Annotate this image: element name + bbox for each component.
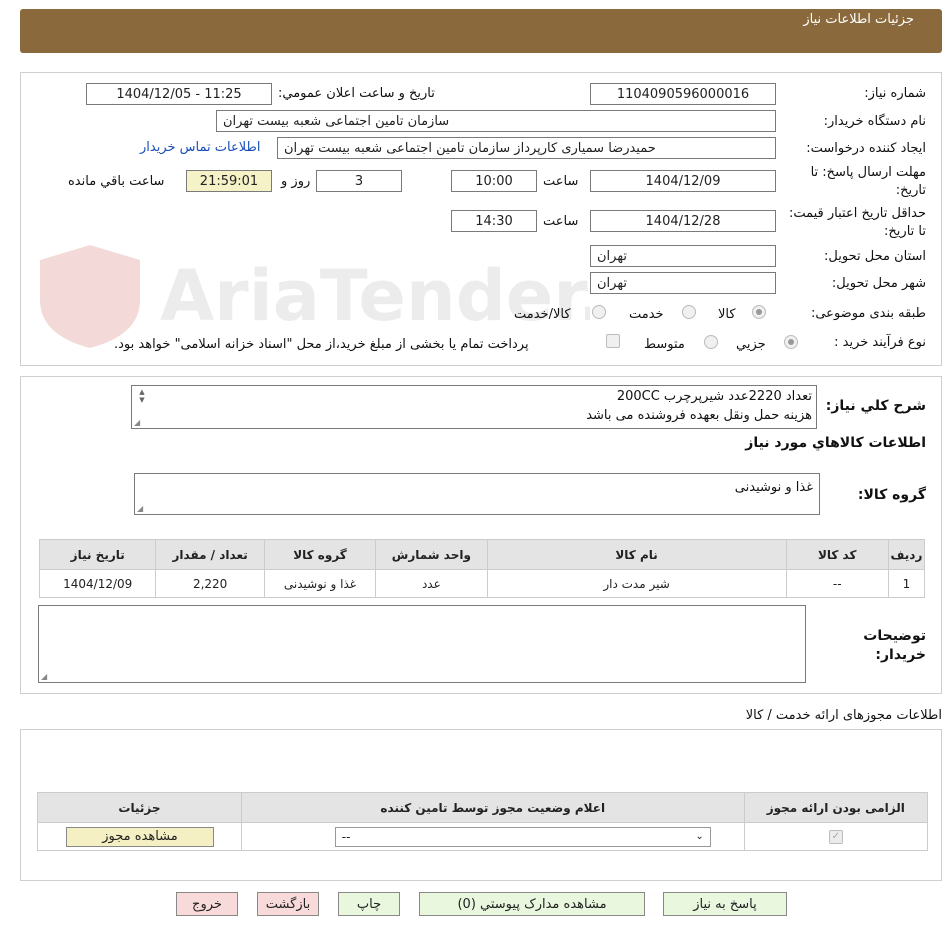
description-scrollbar[interactable]: ▲ ▼	[135, 388, 149, 404]
svg-text:AriaTender.neT: AriaTender.neT	[160, 255, 590, 337]
col-row: ردیف	[887, 539, 926, 570]
requester-label: ایجاد کننده درخواست:	[806, 141, 926, 156]
permits-table: الزامی بودن ارائه مجوز اعلام وضعیت مجوز …	[37, 792, 929, 851]
announce-field: 1404/12/05 - 11:25	[86, 83, 272, 105]
col-unit: واحد شمارش	[375, 539, 488, 570]
validity-time-field: 14:30	[451, 210, 537, 232]
col-group: گروه کالا	[263, 539, 377, 570]
process-option-medium: متوسط	[644, 337, 685, 352]
province-label: استان محل تحویل:	[824, 249, 926, 264]
days-label: روز و	[281, 174, 311, 189]
process-option-minor: جزیي	[736, 337, 766, 352]
cell-name: شیر مدت دار	[486, 569, 787, 598]
col-permit-status: اعلام وضعیت مجوز توسط تامین کننده	[240, 792, 745, 823]
process-radio-minor[interactable]	[784, 335, 798, 349]
goods-group-label: گروه کالا:	[857, 487, 926, 503]
cell-row: 1	[887, 569, 926, 598]
city-field: تهران	[590, 272, 776, 294]
process-label: نوع فرآیند خرید :	[834, 335, 926, 350]
buyer-org-field: سازمان تامین اجتماعی شعبه بیست تهران	[216, 110, 776, 132]
category-radio-goods-service[interactable]	[592, 305, 606, 319]
description-label: شرح کلي نیاز:	[825, 398, 926, 414]
province-field: تهران	[590, 245, 776, 267]
col-permit-required: الزامی بودن ارائه مجوز	[743, 792, 929, 823]
buyer-contact-link[interactable]: اطلاعات تماس خریدار	[140, 140, 260, 155]
category-option-goods: کالا	[718, 307, 736, 322]
category-radio-service[interactable]	[682, 305, 696, 319]
category-label: طبقه بندی موضوعی:	[810, 306, 926, 321]
print-button[interactable]: چاپ	[338, 892, 400, 916]
resize-grip-icon[interactable]: ◢	[137, 504, 143, 513]
back-button[interactable]: بازگشت	[257, 892, 319, 916]
buyer-notes-label: توضیحات خریدار:	[863, 628, 926, 663]
description-line-2: هزینه حمل ونقل بعهده فروشنده می باشد	[586, 408, 812, 423]
buyer-org-label: نام دستگاه خریدار:	[823, 114, 926, 129]
col-permit-details: جزئیات	[37, 792, 242, 823]
category-radio-goods[interactable]	[752, 305, 766, 319]
permit-status-select[interactable]: ⌄ --	[334, 826, 711, 847]
need-number-field: 1104090596000016	[590, 83, 776, 105]
validity-label: حداقل تاریخ اعتبار قیمت: تا تاریخ:	[788, 206, 926, 239]
description-line-1: تعداد 2220عدد شیرپرچرب 200CC	[616, 389, 812, 404]
deadline-time-label: ساعت	[543, 174, 579, 189]
goods-table: ردیف کد کالا نام کالا واحد شمارش گروه کا…	[38, 539, 926, 598]
cell-code: --	[785, 569, 889, 598]
buyer-notes-textarea[interactable]: ◢	[38, 605, 806, 683]
reply-button[interactable]: پاسخ به نیاز	[663, 892, 787, 916]
description-textarea[interactable]: تعداد 2220عدد شیرپرچرب 200CC هزینه حمل و…	[131, 385, 817, 429]
deadline-date-field: 1404/12/09	[590, 170, 776, 192]
process-radio-medium[interactable]	[704, 335, 718, 349]
permits-table-header: الزامی بودن ارائه مجوز اعلام وضعیت مجوز …	[37, 792, 929, 823]
table-row: ✓ ⌄ -- مشاهده مجوز	[37, 822, 929, 851]
days-field: 3	[316, 170, 402, 192]
validity-date-field: 1404/12/28	[590, 210, 776, 232]
remaining-time-field: 21:59:01	[186, 170, 272, 192]
col-date: تاریخ نیاز	[38, 539, 157, 570]
permits-section-title: اطلاعات مجوزهای ارائه خدمت / کالا	[745, 708, 942, 723]
view-permit-button[interactable]: مشاهده مجوز	[66, 826, 214, 847]
page-title: جزئیات اطلاعات نیاز	[803, 12, 914, 27]
deadline-label: مهلت ارسال پاسخ: تا تاریخ:	[810, 165, 926, 198]
goods-group-textarea[interactable]: غذا و نوشیدنی ◢	[134, 473, 820, 515]
watermark-logo: AriaTender.neT	[30, 240, 590, 350]
treasury-checkbox[interactable]	[606, 334, 620, 348]
category-option-service: خدمت	[629, 307, 664, 322]
attachments-button[interactable]: مشاهده مدارک پیوستي (0)	[419, 892, 645, 916]
city-label: شهر محل تحویل:	[831, 276, 926, 291]
category-option-goods-service: کالا/خدمت	[514, 307, 571, 322]
select-arrow-icon: ⌄	[695, 831, 704, 842]
resize-grip-icon[interactable]: ◢	[134, 418, 140, 427]
need-number-label: شماره نیاز:	[864, 86, 926, 101]
remaining-label: ساعت باقي مانده	[68, 174, 165, 189]
table-row[interactable]: 1 -- شیر مدت دار عدد غذا و نوشیدنی 2,220…	[38, 569, 926, 598]
goods-section-title: اطلاعات کالاهاي مورد نیاز	[745, 435, 926, 451]
treasury-note: پرداخت تمام یا بخشی از مبلغ خرید،از محل …	[114, 337, 529, 352]
permit-status-value: --	[341, 829, 351, 844]
col-code: کد کالا	[785, 539, 889, 570]
cell-qty: 2,220	[155, 569, 265, 598]
cell-group: غذا و نوشیدنی	[263, 569, 377, 598]
permit-required-checkbox[interactable]: ✓	[828, 829, 843, 844]
requester-field: حمیدرضا سمیاری کارپرداز سازمان تامین اجت…	[277, 137, 776, 159]
col-name: نام کالا	[486, 539, 787, 570]
goods-table-header: ردیف کد کالا نام کالا واحد شمارش گروه کا…	[38, 539, 926, 570]
cell-unit: عدد	[375, 569, 488, 598]
validity-time-label: ساعت	[543, 214, 579, 229]
resize-grip-icon[interactable]: ◢	[41, 672, 47, 681]
exit-button[interactable]: خروج	[176, 892, 238, 916]
announce-label: تاریخ و ساعت اعلان عمومي:	[278, 86, 435, 101]
deadline-time-field: 10:00	[451, 170, 537, 192]
goods-group-value: غذا و نوشیدنی	[734, 480, 813, 495]
col-qty: تعداد / مقدار	[155, 539, 265, 570]
cell-date: 1404/12/09	[38, 569, 157, 598]
